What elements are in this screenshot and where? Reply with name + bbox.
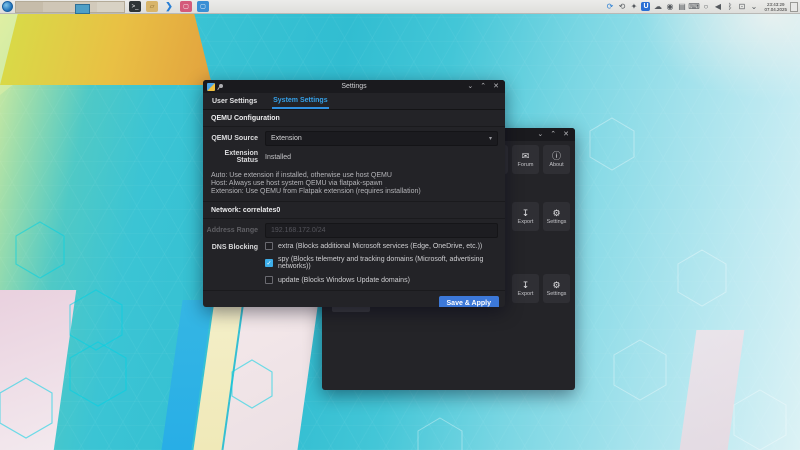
address-range-input[interactable]: 192.168.172.0/24: [265, 223, 498, 238]
pager-desktop-3-active[interactable]: [70, 1, 97, 14]
checkbox-checked-icon[interactable]: ✓: [265, 259, 273, 267]
maximize-icon[interactable]: ⌃: [550, 128, 556, 141]
export-label: Export: [517, 291, 534, 297]
export-icon: ↧: [521, 280, 530, 290]
updates-icon[interactable]: ⟳: [605, 2, 614, 11]
forum-label: Forum: [517, 162, 534, 168]
kde-task-icon[interactable]: ❯: [163, 1, 175, 12]
checkbox-unchecked-icon[interactable]: [265, 242, 273, 250]
tab-system-settings[interactable]: System Settings: [272, 93, 329, 109]
extension-status-label: Extension Status: [224, 150, 258, 164]
privacy-globe-icon[interactable]: ◉: [665, 2, 674, 11]
qemu-source-row: QEMU Source Extension ▾: [203, 131, 505, 146]
keyboard-icon[interactable]: ⌨: [688, 2, 700, 11]
address-range-label: Address Range: [206, 227, 258, 234]
qemu-source-label: QEMU Source: [211, 135, 258, 142]
clock-date: 07.04.2025: [764, 6, 787, 12]
cloud-icon[interactable]: ☁: [653, 2, 662, 11]
help-line: Host: Always use host system QEMU via fl…: [211, 180, 383, 187]
extension-status-value: Installed: [265, 153, 292, 161]
dns-option-label: spy (Blocks telemetry and tracking domai…: [278, 256, 484, 270]
close-icon[interactable]: ✕: [493, 80, 499, 93]
extension-status-row: Extension Status Installed: [203, 150, 505, 164]
about-button[interactable]: ⓘ About: [543, 145, 570, 174]
pager-desktop-2[interactable]: [43, 1, 70, 12]
forum-button[interactable]: ✉ Forum: [512, 145, 539, 174]
settings-tabbar: User Settings System Settings: [203, 93, 505, 110]
pager-desktop-1[interactable]: [16, 1, 43, 12]
export-icon: ↧: [521, 208, 530, 218]
settings-label: Settings: [546, 219, 567, 225]
maximize-icon[interactable]: ⌃: [480, 80, 486, 93]
application-launcher-icon[interactable]: [2, 1, 13, 12]
window-title: Settings: [341, 83, 367, 90]
save-apply-button[interactable]: Save & Apply: [438, 296, 499, 307]
tray-expander-icon[interactable]: ⌄: [749, 2, 758, 11]
screencast-icon[interactable]: ○: [701, 2, 710, 11]
dns-blocking-label: DNS Blocking: [211, 244, 258, 251]
dns-blocking-row: DNS Blocking extra (Blocks additional Mi…: [203, 242, 505, 290]
file-manager-task-icon[interactable]: ▱: [146, 1, 158, 12]
chevron-down-icon: ▾: [488, 136, 492, 142]
virtual-desktop-pager[interactable]: [15, 0, 125, 14]
updates-idle-icon[interactable]: ⟲: [617, 2, 626, 11]
qemu-source-help: Auto: Use extension if installed, otherw…: [203, 168, 505, 202]
clipboard-icon[interactable]: ▤: [677, 2, 686, 11]
minimize-icon[interactable]: ⌄: [537, 128, 543, 141]
settings-label: Settings: [546, 291, 567, 297]
show-desktop-button[interactable]: [790, 1, 798, 12]
digital-clock[interactable]: 23:43:29 07.04.2025: [764, 2, 787, 12]
dns-option-extra[interactable]: extra (Blocks additional Microsoft servi…: [265, 242, 505, 250]
dns-option-label: extra (Blocks additional Microsoft servi…: [278, 242, 483, 250]
pager-desktop-4[interactable]: [97, 1, 124, 12]
tab-user-settings[interactable]: User Settings: [211, 94, 258, 108]
blue-app-task-icon[interactable]: ▢: [197, 1, 209, 12]
close-icon[interactable]: ✕: [563, 128, 569, 141]
settings-window: Settings ⌄ ⌃ ✕ User Settings System Sett…: [203, 80, 505, 307]
minimize-icon[interactable]: ⌄: [467, 80, 473, 93]
volume-icon[interactable]: ◀: [713, 2, 722, 11]
qemu-configuration-header: QEMU Configuration: [203, 110, 505, 127]
dns-option-spy[interactable]: ✓ spy (Blocks telemetry and tracking dom…: [265, 256, 505, 270]
clock-time: 23:43:29: [766, 1, 785, 7]
about-icon: ⓘ: [551, 151, 561, 161]
system-tray: ⟳ ⟲ ✦ U ☁ ◉ ▤ ⌨ ○ ◀ ᛒ ⊡ ⌄: [605, 2, 758, 11]
qemu-source-dropdown[interactable]: Extension ▾: [265, 131, 498, 146]
checkbox-unchecked-icon[interactable]: [265, 276, 273, 284]
settings-footer: Save & Apply: [203, 290, 505, 307]
app-icon: [207, 82, 215, 91]
bluetooth-icon[interactable]: ᛒ: [725, 2, 734, 11]
settings-button[interactable]: ⚙ Settings: [543, 274, 570, 303]
vault-shield-icon[interactable]: U: [641, 2, 651, 11]
pin-icon[interactable]: [218, 83, 224, 90]
settings-titlebar: Settings ⌄ ⌃ ✕: [203, 80, 505, 93]
display-icon[interactable]: ⊡: [737, 2, 746, 11]
network-header: Network: correlates0: [203, 202, 505, 219]
export-button[interactable]: ↧ Export: [512, 202, 539, 231]
help-line: Extension: Use QEMU from Flatpak extensi…: [211, 188, 421, 195]
terminal-task-icon[interactable]: >_: [129, 1, 141, 12]
address-range-row: Address Range 192.168.172.0/24: [203, 223, 505, 238]
pink-app-task-icon[interactable]: ▢: [180, 1, 192, 12]
input-status-icon[interactable]: ✦: [629, 2, 638, 11]
qemu-source-value: Extension: [271, 135, 302, 142]
settings-gear-icon: ⚙: [552, 280, 561, 290]
settings-gear-icon: ⚙: [552, 208, 561, 218]
dns-option-update[interactable]: update (Blocks Windows Update domains): [265, 276, 505, 284]
settings-button[interactable]: ⚙ Settings: [543, 202, 570, 231]
export-button[interactable]: ↧ Export: [512, 274, 539, 303]
top-panel: >_ ▱ ❯ ▢ ▢ ⟳ ⟲ ✦ U ☁ ◉ ▤ ⌨ ○ ◀ ᛒ ⊡ ⌄ 23:…: [0, 0, 800, 14]
address-range-value: 192.168.172.0/24: [271, 227, 326, 234]
export-label: Export: [517, 219, 534, 225]
help-line: Auto: Use extension if installed, otherw…: [211, 172, 392, 179]
dns-option-label: update (Blocks Windows Update domains): [278, 276, 410, 284]
about-label: About: [549, 162, 564, 168]
forum-icon: ✉: [521, 151, 530, 161]
